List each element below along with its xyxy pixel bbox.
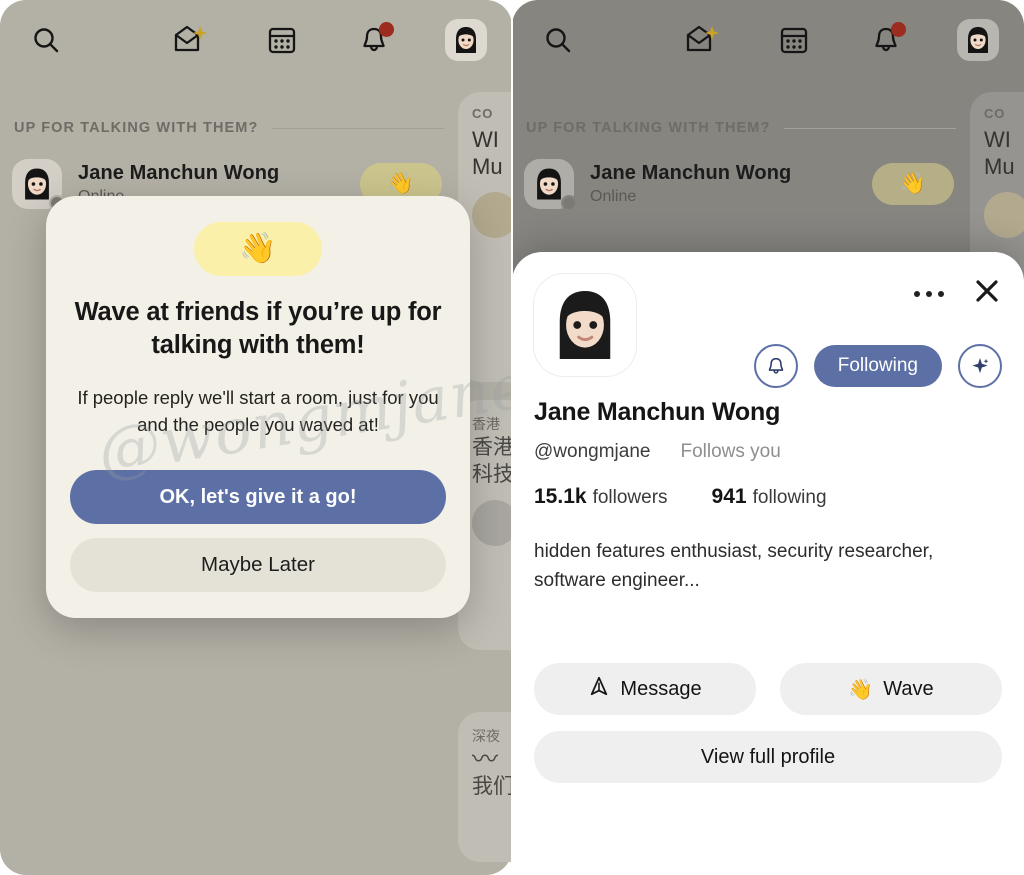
peek-title-line: 科技 [472,463,512,486]
peek-title-line: 我们 [472,775,512,798]
bell-icon[interactable] [348,14,400,66]
peek-card-title: WI Mu [984,126,1024,180]
wave-emoji: 👋 [387,172,415,195]
peek-title-line: 香港 [472,436,512,459]
profile-bottom-sheet: Following Jane Manchun Wong @wongmjane F… [512,252,1024,875]
profile-bio: hidden features enthusiast, security res… [534,541,934,591]
wave-emoji: 👋 [899,172,927,195]
friend-avatar [12,159,65,211]
search-icon[interactable] [532,14,584,66]
wave-hand-icon: 👋 [848,678,874,701]
peek-card-title: 香港 科技 [472,434,512,488]
peek-card-kicker: CO [984,106,1006,121]
wave-hand-icon: 👋 [239,232,277,265]
peek-card-title: 〰 我们 [472,746,512,800]
avatar-icon[interactable] [440,14,492,66]
peek-card-chinese-2[interactable]: 深夜 〰 我们 [458,712,512,862]
sparkle-icon[interactable] [958,344,1002,388]
notification-badge [891,22,906,37]
followers-stat[interactable]: 15.1k followers [534,485,668,509]
following-label: following [752,487,827,508]
wave-intro-dialog: 👋 Wave at friends if you’re up for talki… [46,196,470,618]
wave-emoji-pill: 👋 [194,222,322,276]
panel-divider [511,0,513,875]
friend-row[interactable]: Jane Manchun Wong Online 👋 [524,148,954,220]
top-navigation-bar-right [512,0,1024,80]
section-divider [272,127,444,129]
dialog-confirm-button[interactable]: OK, let's give it a go! [70,470,446,524]
notification-badge [379,22,394,37]
notify-bell-icon[interactable] [753,344,798,388]
peek-card-avatar [472,192,512,238]
follows-you-badge: Follows you [680,441,781,462]
followers-label: followers [592,487,668,508]
profile-action-buttons: Following [753,344,1002,388]
peek-title-glyph: 〰 [472,744,499,774]
view-full-profile-button[interactable]: View full profile [534,731,1002,783]
profile-meta: @wongmjane Follows you [534,441,1002,463]
calendar-grid-icon[interactable] [768,14,820,66]
friend-name: Jane Manchun Wong [78,162,280,184]
left-phone-panel: UP FOR TALKING WITH THEM? Jane Manchun W… [0,0,512,875]
profile-handle: @wongmjane [534,441,651,462]
peek-title-line: WI [472,127,499,152]
top-navigation-bar [0,0,512,80]
screenshot-stage: UP FOR TALKING WITH THEM? Jane Manchun W… [0,0,1024,875]
dialog-body: If people reply we'll start a room, just… [77,387,439,435]
friend-avatar [524,159,577,211]
peek-title-line: WI [984,127,1011,152]
following-count: 941 [711,485,747,508]
profile-primary-actions: Message 👋 Wave [534,663,1002,715]
peek-title-line: Mu [984,154,1015,179]
peek-card-avatar [984,192,1024,238]
dialog-dismiss-button[interactable]: Maybe Later [70,538,446,592]
section-divider [784,127,956,129]
peek-card-avatar [472,500,512,546]
avatar-icon[interactable] [952,14,1004,66]
profile-name: Jane Manchun Wong [534,398,781,426]
following-button[interactable]: Following [813,345,942,387]
more-options-icon[interactable] [914,290,944,297]
message-button[interactable]: Message [534,663,756,715]
sheet-header-actions [914,276,1002,311]
profile-counts: 15.1k followers 941 following [534,485,1002,509]
section-label: UP FOR TALKING WITH THEM? [526,120,956,136]
message-button-label: Message [620,677,702,700]
section-label-text: UP FOR TALKING WITH THEM? [14,120,259,136]
friend-name: Jane Manchun Wong [590,162,792,184]
wave-button[interactable]: 👋 Wave [780,663,1002,715]
close-icon[interactable] [972,276,1002,311]
online-status-dot [561,195,577,211]
right-phone-panel: UP FOR TALKING WITH THEM? Jane Manchun W… [512,0,1024,875]
bell-icon[interactable] [860,14,912,66]
wave-button-label: Wave [883,677,934,700]
send-arrow-icon [588,675,610,703]
profile-avatar [534,274,636,376]
peek-card-kicker: 香港 [472,416,500,432]
friend-status: Online [590,188,637,205]
dialog-title: Wave at friends if you’re up for talking… [74,298,442,359]
wave-button-pill[interactable]: 👋 [872,163,954,205]
peek-card-title: WI Mu [472,126,512,180]
following-stat[interactable]: 941 following [712,485,827,509]
mail-sparkle-icon[interactable] [676,14,728,66]
followers-count: 15.1k [534,485,587,508]
peek-card-kicker: CO [472,106,494,121]
peek-title-line: Mu [472,154,503,179]
search-icon[interactable] [20,14,72,66]
calendar-grid-icon[interactable] [256,14,308,66]
section-label: UP FOR TALKING WITH THEM? [14,120,444,136]
mail-sparkle-icon[interactable] [164,14,216,66]
peek-card-kicker: 深夜 [472,728,500,744]
section-label-text: UP FOR TALKING WITH THEM? [526,120,771,136]
